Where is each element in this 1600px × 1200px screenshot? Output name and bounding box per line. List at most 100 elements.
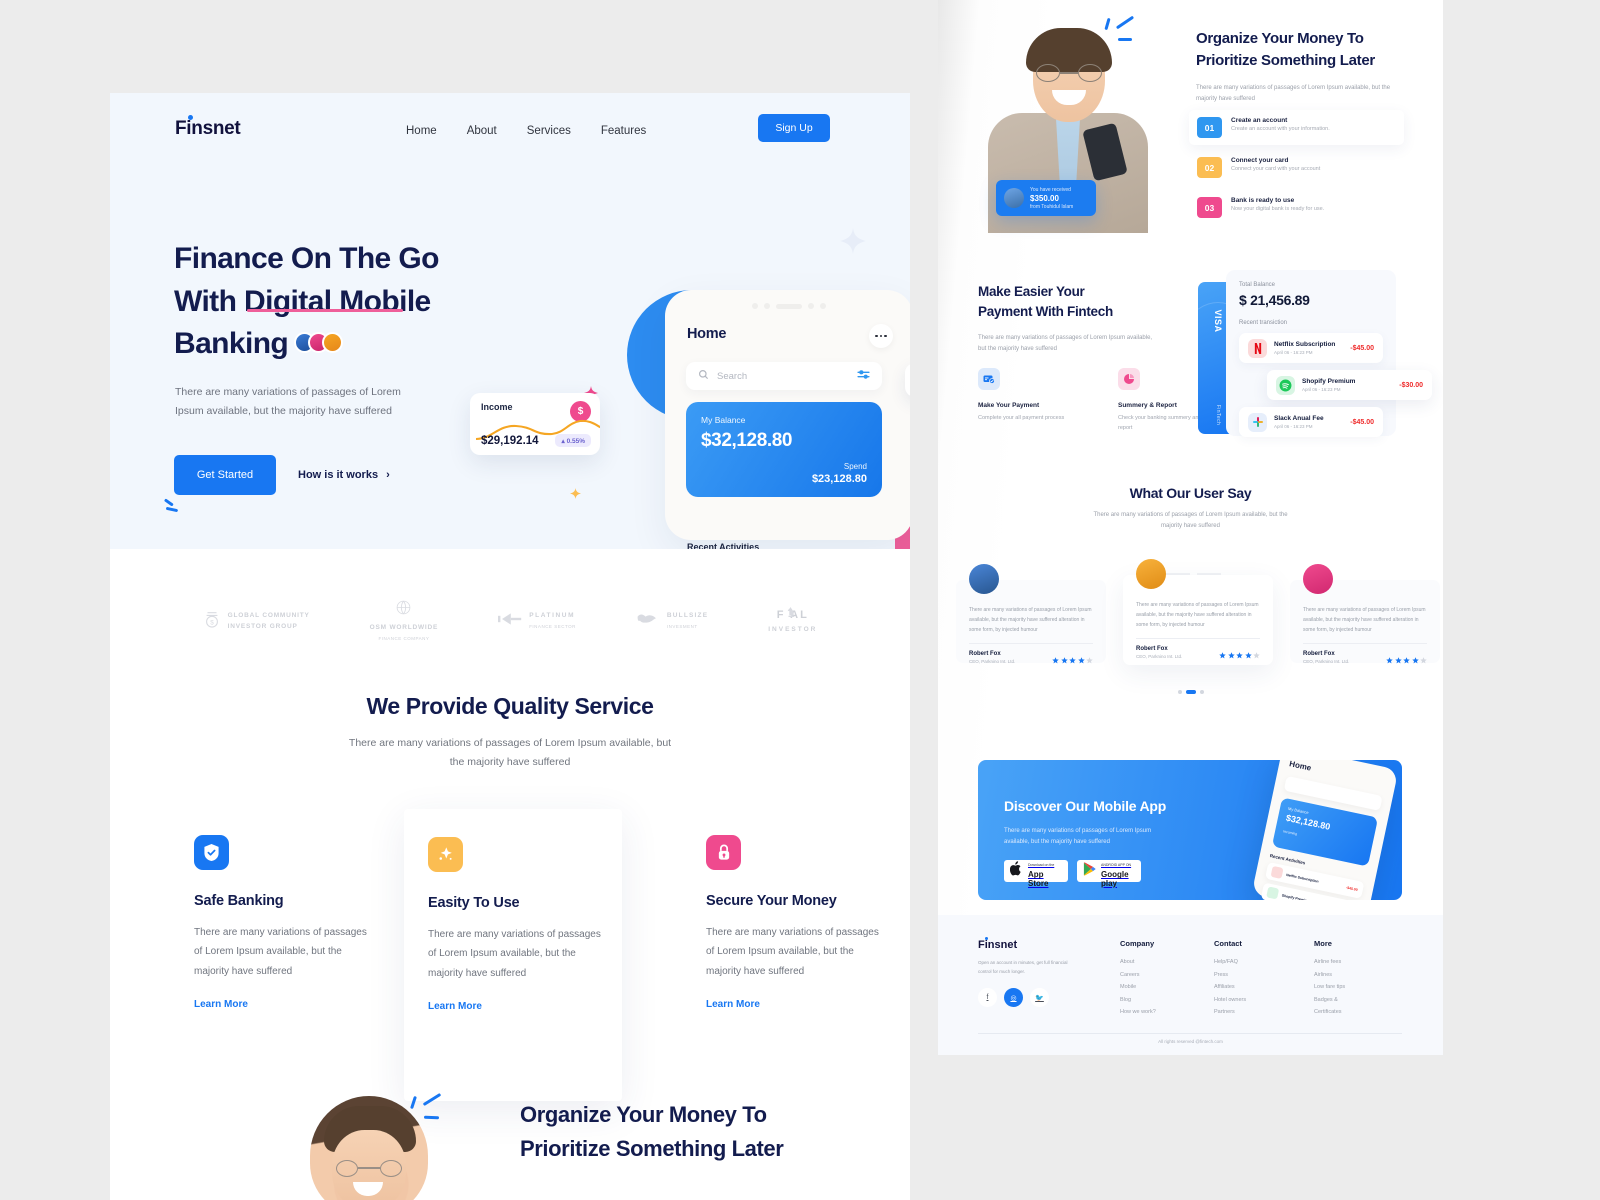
footer-divider xyxy=(978,1033,1402,1034)
step-item-03[interactable]: 03 Bank is ready to use Now your digital… xyxy=(1189,190,1404,225)
instagram-icon[interactable]: ◎ xyxy=(1004,988,1023,1007)
signup-button[interactable]: Sign Up xyxy=(758,114,830,142)
footer-link[interactable]: Low fare tips xyxy=(1314,984,1345,990)
balance-label: My Balance xyxy=(701,415,746,425)
total-balance-amount: $ 21,456.89 xyxy=(1239,292,1310,308)
spend-amount: $23,128.80 xyxy=(811,473,867,485)
google-play-badge[interactable]: ANDROID APP ON Google play xyxy=(1077,860,1141,888)
rating-stars xyxy=(1219,652,1260,659)
payment-text-block: Make Easier Your Payment With Fintech Th… xyxy=(978,282,1188,355)
star-icon xyxy=(1219,652,1226,659)
footer-link[interactable]: Hotel owners xyxy=(1214,997,1246,1003)
facebook-icon[interactable]: f xyxy=(978,988,997,1007)
quality-heading: We Provide Quality Service xyxy=(366,693,654,719)
footer-column-heading: Contact xyxy=(1214,939,1242,948)
nav-link-services[interactable]: Services xyxy=(527,125,571,137)
nav-link-about[interactable]: About xyxy=(467,125,497,137)
carousel-dot[interactable] xyxy=(1177,690,1182,694)
decor-sparks-icon xyxy=(410,1092,446,1124)
testimonial-name: Robert Fox xyxy=(969,651,1001,658)
organize-heading: Organize Your Money To Prioritize Someth… xyxy=(1196,28,1396,72)
footer-link[interactable]: Badges & xyxy=(1314,997,1345,1003)
nav-link-features[interactable]: Features xyxy=(601,125,646,137)
phone-search-bar[interactable]: Search xyxy=(686,362,882,390)
testimonials-heading: What Our User Say xyxy=(1129,485,1252,501)
income-amount: $29,192.14 xyxy=(481,435,539,447)
testimonial-role: CEO, Parknino Int. Ltd. xyxy=(969,659,1016,665)
logo[interactable]: Finsnet xyxy=(175,115,241,140)
carousel-dot-active[interactable] xyxy=(1185,690,1196,694)
footer-link[interactable]: Press xyxy=(1214,972,1246,978)
service-text: There are many variations of passages of… xyxy=(194,926,367,977)
transaction-amount: -$45.00 xyxy=(1350,418,1374,426)
get-started-button[interactable]: Get Started xyxy=(174,455,276,495)
footer-column-heading: More xyxy=(1314,939,1332,948)
learn-more-link[interactable]: Learn More xyxy=(706,999,760,1010)
footer-link[interactable]: Airlines xyxy=(1314,972,1345,978)
balance-amount: $32,128.80 xyxy=(701,430,793,451)
footer-link[interactable]: Help/FAQ xyxy=(1214,959,1246,965)
footer-link[interactable]: About xyxy=(1120,959,1156,965)
title-underline xyxy=(247,309,403,312)
pie-chart-icon xyxy=(1118,368,1140,390)
client-line1: PLATINUM xyxy=(529,612,576,620)
testimonial-cards: There are many variations of passages of… xyxy=(956,559,1440,670)
testimonial-body: There are many variations of passages of… xyxy=(1303,607,1426,633)
client-sub: INVESMENT xyxy=(666,623,698,629)
transaction-row-shopify[interactable]: Shopify Premium April 06 - 16:23 PM -$30… xyxy=(1267,370,1432,400)
star-icon-empty xyxy=(1253,652,1260,659)
carousel-dot[interactable] xyxy=(1199,690,1204,694)
app-store-badge[interactable]: Download on the App Store xyxy=(1004,860,1068,888)
more-options-icon[interactable] xyxy=(869,324,893,348)
nav-link-home[interactable]: Home xyxy=(406,125,437,137)
carousel-dots[interactable] xyxy=(1177,690,1204,694)
footer-logo[interactable]: Finsnet xyxy=(978,937,1017,951)
google-play-icon xyxy=(1083,861,1096,881)
slack-icon xyxy=(1248,412,1267,432)
footer-link[interactable]: Partners xyxy=(1214,1009,1246,1015)
testimonial-card: There are many variations of passages of… xyxy=(1123,559,1273,665)
footer-link[interactable]: Affiliates xyxy=(1214,984,1246,990)
testimonial-role: CEO, Parknino Int. Ltd. xyxy=(1303,659,1350,665)
client-line2: INVESTOR xyxy=(768,626,818,634)
trend-up-icon: ▴ xyxy=(561,437,565,445)
learn-more-link[interactable]: Learn More xyxy=(428,1001,482,1012)
learn-more-link[interactable]: Learn More xyxy=(194,999,248,1010)
step-item-02[interactable]: 02 Connect your card Connect your card w… xyxy=(1189,150,1404,185)
quality-service-section: We Provide Quality Service There are man… xyxy=(110,693,910,1101)
star-icon xyxy=(1052,657,1059,664)
step-number: 01 xyxy=(1197,117,1222,138)
footer-link[interactable]: Careers xyxy=(1120,972,1156,978)
footer-link[interactable]: How we work? xyxy=(1120,1009,1156,1015)
avatar xyxy=(322,331,344,353)
transaction-row-netflix[interactable]: Netflix Subscription April 06 - 16:23 PM… xyxy=(1239,333,1383,363)
notification-line3: from Touhidul Islam xyxy=(1030,203,1074,210)
avatar xyxy=(1136,559,1166,589)
step-title: Create an account xyxy=(1231,117,1288,124)
how-it-works-link[interactable]: How is it works › xyxy=(298,469,390,481)
footer-link[interactable]: Airline fees xyxy=(1314,959,1345,965)
payment-section: Make Easier Your Payment With Fintech Th… xyxy=(938,270,1443,460)
footer-column-heading: Company xyxy=(1120,939,1155,948)
testimonial-body: There are many variations of passages of… xyxy=(969,607,1092,633)
desktop-page-board-left: Finsnet Home About Services Features Sig… xyxy=(110,93,910,1200)
rating-stars xyxy=(1386,657,1427,664)
footer-link[interactable]: Certificates xyxy=(1314,1009,1345,1015)
transaction-amount: -$45.00 xyxy=(1350,344,1374,352)
star-icon xyxy=(1386,657,1393,664)
hero-section: Finsnet Home About Services Features Sig… xyxy=(110,93,910,602)
card-payment-icon xyxy=(978,368,1000,390)
footer-link[interactable]: Blog xyxy=(1120,997,1156,1003)
balance-card: My Balance $32,128.80 Spend $23,128.80 xyxy=(686,402,882,497)
payment-feature-make-your-payment: Make Your Payment Complete your all paym… xyxy=(978,368,1070,433)
star-icon xyxy=(1069,657,1076,664)
twitter-icon[interactable]: 🐦 xyxy=(1030,988,1049,1007)
quality-subtitle: There are many variations of passages of… xyxy=(348,737,672,768)
footer-link[interactable]: Mobile xyxy=(1120,984,1156,990)
filter-sliders-icon[interactable] xyxy=(857,367,870,385)
organize-line2: Prioritize Something Later xyxy=(1196,51,1375,69)
step-item-01[interactable]: 01 Create an account Create an account w… xyxy=(1189,110,1404,145)
client-logo-global-community: $ GLOBAL COMMUNITY INVESTOR GROUP xyxy=(203,608,310,635)
organize-heading-left: Organize Your Money To Prioritize Someth… xyxy=(520,1098,860,1166)
transaction-row-slack[interactable]: Slack Anual Fee April 06 - 16:23 PM -$45… xyxy=(1239,407,1383,437)
